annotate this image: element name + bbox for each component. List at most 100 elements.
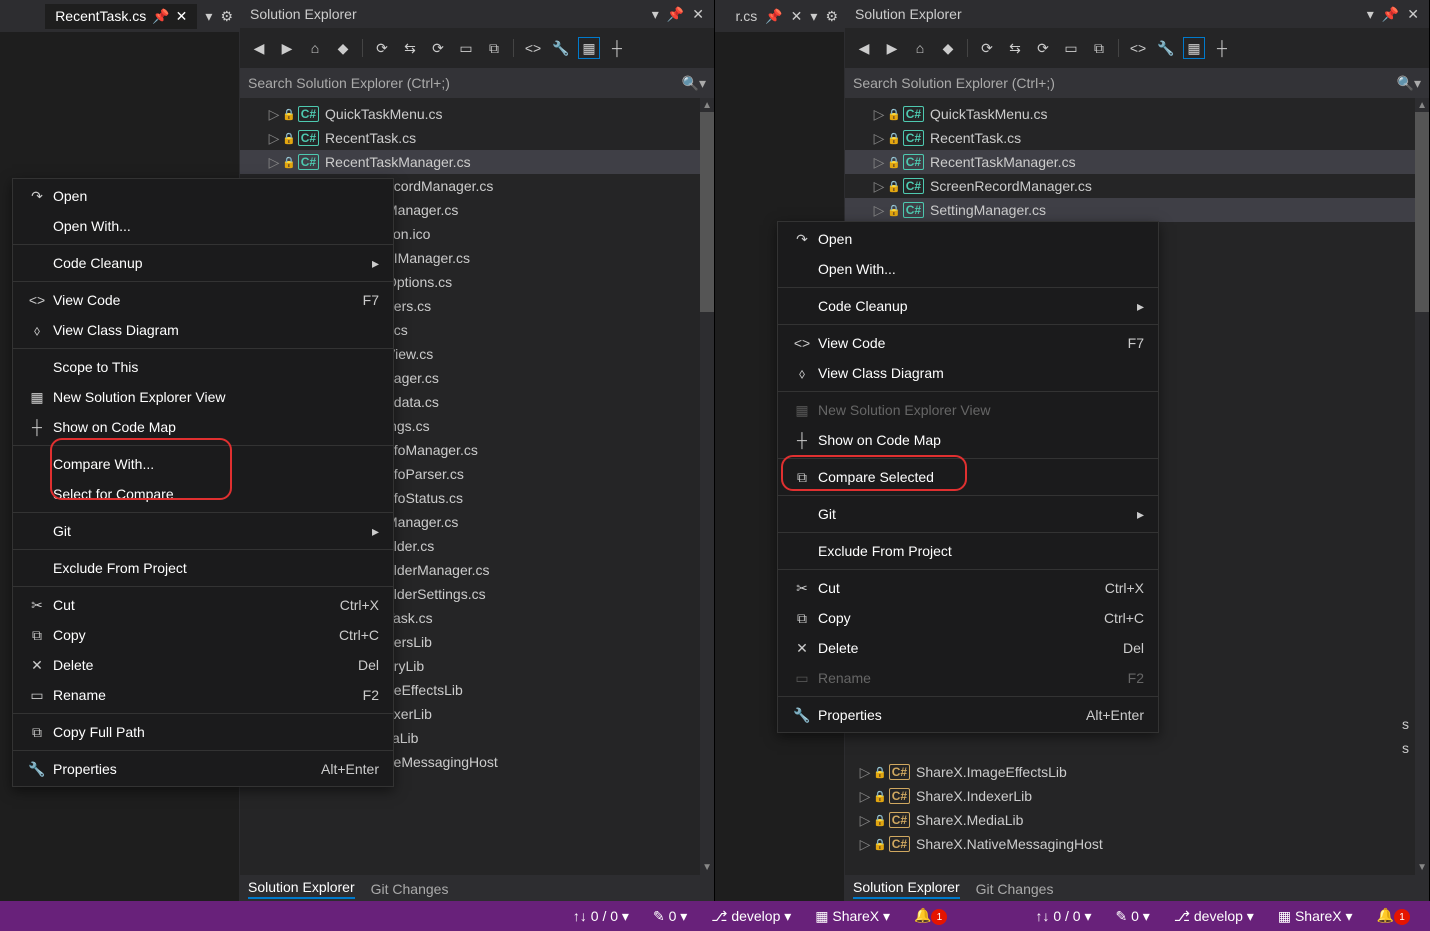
menu-item-new-solution-explorer-view[interactable]: ▦New Solution Explorer View bbox=[13, 382, 393, 412]
toolbar-icon[interactable]: ◆ bbox=[332, 37, 354, 59]
status-changes[interactable]: ↑↓ 0 / 0 ▾ bbox=[1035, 908, 1091, 925]
toolbar-icon[interactable]: 🔧 bbox=[1155, 37, 1177, 59]
toolbar-icon[interactable]: ◆ bbox=[937, 37, 959, 59]
toolbar-icon[interactable]: ◀ bbox=[248, 37, 270, 59]
toolbar-icon[interactable]: ⧉ bbox=[1088, 37, 1110, 59]
menu-item-cut[interactable]: ✂CutCtrl+X bbox=[13, 590, 393, 620]
tree-item-partial[interactable]: s bbox=[845, 736, 1429, 760]
toolbar-icon[interactable]: ▭ bbox=[455, 37, 477, 59]
expand-icon[interactable]: ▷ bbox=[873, 154, 885, 171]
dropdown-icon[interactable]: ▾ bbox=[810, 8, 817, 25]
menu-item-view-class-diagram[interactable]: ⬨View Class Diagram bbox=[778, 358, 1158, 388]
menu-item-compare-with-[interactable]: Compare With... bbox=[13, 449, 393, 479]
pin-icon[interactable]: 📌 bbox=[765, 8, 782, 25]
panel-header[interactable]: Solution Explorer ▾ 📌 ✕ bbox=[240, 0, 714, 28]
menu-item-compare-selected[interactable]: ⧉Compare Selected bbox=[778, 462, 1158, 492]
menu-item-exclude-from-project[interactable]: Exclude From Project bbox=[778, 536, 1158, 566]
expand-icon[interactable]: ▷ bbox=[873, 106, 885, 123]
menu-item-show-on-code-map[interactable]: ┼Show on Code Map bbox=[778, 425, 1158, 455]
menu-item-open-with-[interactable]: Open With... bbox=[13, 211, 393, 241]
menu-item-copy[interactable]: ⧉CopyCtrl+C bbox=[13, 620, 393, 650]
menu-item-code-cleanup[interactable]: Code Cleanup▸ bbox=[778, 291, 1158, 321]
menu-item-show-on-code-map[interactable]: ┼Show on Code Map bbox=[13, 412, 393, 442]
toolbar-icon[interactable]: ⟳ bbox=[976, 37, 998, 59]
menu-item-exclude-from-project[interactable]: Exclude From Project bbox=[13, 553, 393, 583]
status-repo[interactable]: ▦ ShareX ▾ bbox=[815, 908, 890, 925]
toolbar-icon[interactable]: ⟳ bbox=[1032, 37, 1054, 59]
toolbar-icon[interactable]: <> bbox=[522, 37, 544, 59]
tree-item[interactable]: ▷🔒C#RecentTask.cs bbox=[240, 126, 714, 150]
tab-solution-explorer[interactable]: Solution Explorer bbox=[853, 879, 960, 899]
toolbar-icon[interactable]: ┼ bbox=[606, 37, 628, 59]
toolbar-icon[interactable]: ⧉ bbox=[483, 37, 505, 59]
expand-icon[interactable]: ▷ bbox=[859, 836, 871, 853]
menu-item-view-class-diagram[interactable]: ⬨View Class Diagram bbox=[13, 315, 393, 345]
search-box[interactable]: Search Solution Explorer (Ctrl+;) 🔍▾ bbox=[240, 68, 714, 98]
expand-icon[interactable]: ▷ bbox=[268, 130, 280, 147]
menu-item-open[interactable]: ↷Open bbox=[778, 224, 1158, 254]
expand-icon[interactable]: ▷ bbox=[873, 202, 885, 219]
status-branch[interactable]: ⎇ develop ▾ bbox=[1174, 908, 1254, 925]
tree-item[interactable]: ▷🔒C#ShareX.ImageEffectsLib bbox=[845, 760, 1429, 784]
file-tab[interactable]: RecentTask.cs 📌 ✕ bbox=[45, 4, 197, 29]
search-icon[interactable]: 🔍▾ bbox=[1397, 75, 1421, 92]
menu-item-delete[interactable]: ✕DeleteDel bbox=[13, 650, 393, 680]
menu-item-git[interactable]: Git▸ bbox=[13, 516, 393, 546]
menu-item-git[interactable]: Git▸ bbox=[778, 499, 1158, 529]
toolbar-icon[interactable]: ▦ bbox=[1183, 37, 1205, 59]
status-branch[interactable]: ⎇ develop ▾ bbox=[711, 908, 791, 925]
toolbar-icon[interactable]: ▶ bbox=[881, 37, 903, 59]
toolbar-icon[interactable]: ⌂ bbox=[909, 37, 931, 59]
dropdown-icon[interactable]: ▾ bbox=[652, 6, 659, 23]
status-changes[interactable]: ↑↓ 0 / 0 ▾ bbox=[573, 908, 629, 925]
tree-item[interactable]: ▷🔒C#QuickTaskMenu.cs bbox=[240, 102, 714, 126]
pin-icon[interactable]: 📌 bbox=[667, 6, 684, 23]
gear-icon[interactable]: ⚙ bbox=[220, 8, 233, 25]
toolbar-icon[interactable]: <> bbox=[1127, 37, 1149, 59]
tree-item[interactable]: ▷🔒C#SettingManager.cs bbox=[845, 198, 1429, 222]
menu-item-cut[interactable]: ✂CutCtrl+X bbox=[778, 573, 1158, 603]
expand-icon[interactable]: ▷ bbox=[859, 764, 871, 781]
bell-icon[interactable]: 🔔1 bbox=[1377, 907, 1410, 926]
tree-item[interactable]: ▷🔒C#ScreenRecordManager.cs bbox=[845, 174, 1429, 198]
menu-item-copy-full-path[interactable]: ⧉Copy Full Path bbox=[13, 717, 393, 747]
menu-item-view-code[interactable]: <>View CodeF7 bbox=[778, 328, 1158, 358]
expand-icon[interactable]: ▷ bbox=[859, 788, 871, 805]
status-edits[interactable]: ✎ 0 ▾ bbox=[653, 908, 687, 925]
tree-item[interactable]: ▷🔒C#QuickTaskMenu.cs bbox=[845, 102, 1429, 126]
toolbar-icon[interactable]: ⟳ bbox=[427, 37, 449, 59]
menu-item-scope-to-this[interactable]: Scope to This bbox=[13, 352, 393, 382]
toolbar-icon[interactable]: ▭ bbox=[1060, 37, 1082, 59]
scrollbar[interactable]: ▲▼ bbox=[700, 98, 714, 875]
toolbar-icon[interactable]: ⟳ bbox=[371, 37, 393, 59]
panel-header[interactable]: Solution Explorer ▾ 📌 ✕ bbox=[845, 0, 1429, 28]
tree-item[interactable]: ▷🔒C#ShareX.IndexerLib bbox=[845, 784, 1429, 808]
menu-item-select-for-compare[interactable]: Select for Compare bbox=[13, 479, 393, 509]
toolbar-icon[interactable]: ▦ bbox=[578, 37, 600, 59]
toolbar-icon[interactable]: ┼ bbox=[1211, 37, 1233, 59]
expand-icon[interactable]: ▷ bbox=[268, 154, 280, 171]
scrollbar[interactable]: ▲▼ bbox=[1415, 98, 1429, 875]
status-edits[interactable]: ✎ 0 ▾ bbox=[1116, 908, 1150, 925]
search-icon[interactable]: 🔍▾ bbox=[682, 75, 706, 92]
toolbar-icon[interactable]: ◀ bbox=[853, 37, 875, 59]
menu-item-properties[interactable]: 🔧PropertiesAlt+Enter bbox=[13, 754, 393, 784]
dropdown-icon[interactable]: ▾ bbox=[1367, 6, 1374, 23]
menu-item-open-with-[interactable]: Open With... bbox=[778, 254, 1158, 284]
close-icon[interactable]: ✕ bbox=[692, 6, 704, 23]
search-box[interactable]: Search Solution Explorer (Ctrl+;) 🔍▾ bbox=[845, 68, 1429, 98]
tree-item[interactable]: ▷🔒C#ShareX.NativeMessagingHost bbox=[845, 832, 1429, 856]
tab-solution-explorer[interactable]: Solution Explorer bbox=[248, 879, 355, 899]
menu-item-view-code[interactable]: <>View CodeF7 bbox=[13, 285, 393, 315]
close-icon[interactable]: ✕ bbox=[176, 8, 188, 25]
close-icon[interactable]: ✕ bbox=[791, 8, 803, 25]
menu-item-open[interactable]: ↷Open bbox=[13, 181, 393, 211]
tree-item[interactable]: ▷🔒C#ShareX.MediaLib bbox=[845, 808, 1429, 832]
menu-item-rename[interactable]: ▭RenameF2 bbox=[13, 680, 393, 710]
menu-item-copy[interactable]: ⧉CopyCtrl+C bbox=[778, 603, 1158, 633]
bell-icon[interactable]: 🔔1 bbox=[914, 907, 947, 926]
pin-icon[interactable]: 📌 bbox=[152, 8, 169, 25]
toolbar-icon[interactable]: 🔧 bbox=[550, 37, 572, 59]
status-repo[interactable]: ▦ ShareX ▾ bbox=[1278, 908, 1353, 925]
menu-item-delete[interactable]: ✕DeleteDel bbox=[778, 633, 1158, 663]
